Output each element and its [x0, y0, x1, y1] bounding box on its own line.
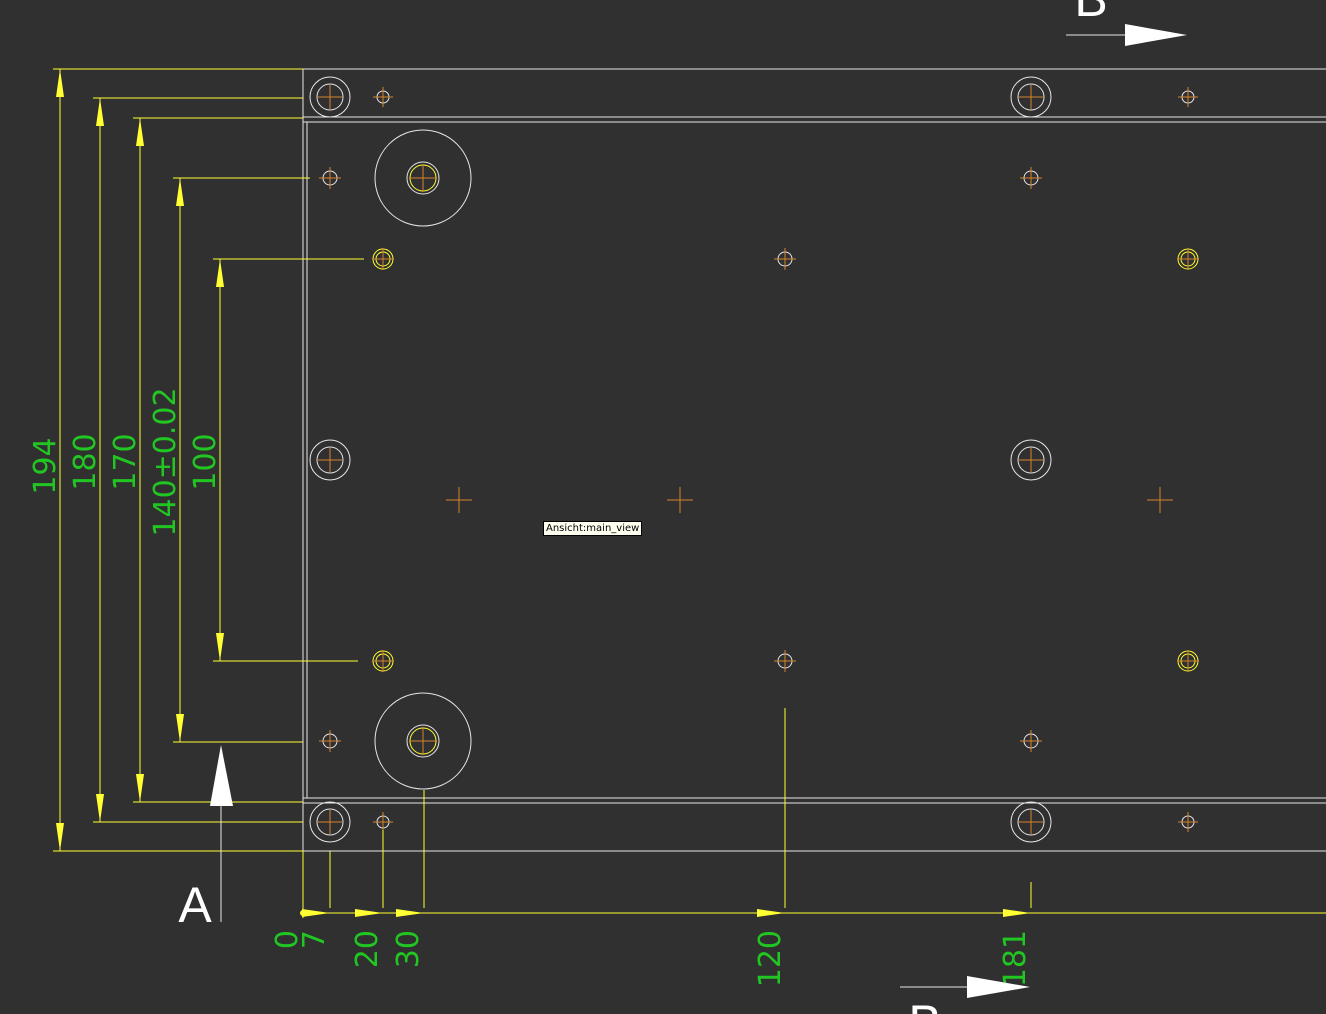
section-marker-top-right[interactable]: B: [1066, 0, 1187, 46]
section-label-bottom: B: [908, 995, 941, 1014]
section-label-top-right: B: [1074, 0, 1107, 27]
vertical-dim-labels: 194 180 170 140±0.02 100: [28, 387, 223, 536]
center-marks: [446, 487, 1173, 513]
dim-label-100: 100: [188, 433, 223, 490]
ord-label-20: 20: [350, 930, 385, 968]
section-label-left: A: [178, 877, 212, 933]
section-marker-left[interactable]: A: [178, 745, 233, 933]
dim-label-194: 194: [28, 437, 63, 494]
ord-label-120: 120: [753, 930, 788, 987]
counterbore-centers: [318, 85, 1043, 834]
small-holes: [319, 87, 1199, 832]
cad-drawing-canvas[interactable]: 194 180 170 140±0.02 100 0 7 20 30 120 1…: [0, 0, 1326, 1014]
drawing-svg[interactable]: 194 180 170 140±0.02 100 0 7 20 30 120 1…: [0, 0, 1326, 1014]
dim-label-170: 170: [108, 433, 143, 490]
dim-label-180: 180: [68, 433, 103, 490]
ordinate-labels: 0 7 20 30 120 181: [270, 930, 1033, 987]
dim-label-140-tol: 140±0.02: [148, 387, 183, 536]
counterbore-holes: [309, 76, 1052, 843]
view-name-tooltip: Ansicht:main_view: [543, 521, 643, 536]
ord-label-181: 181: [998, 930, 1033, 987]
ordinate-dimensions: [300, 708, 1326, 918]
large-bosses: [374, 129, 472, 790]
ord-label-7: 7: [297, 930, 332, 949]
part-outline: [302, 68, 1326, 852]
ord-label-30: 30: [391, 930, 426, 968]
